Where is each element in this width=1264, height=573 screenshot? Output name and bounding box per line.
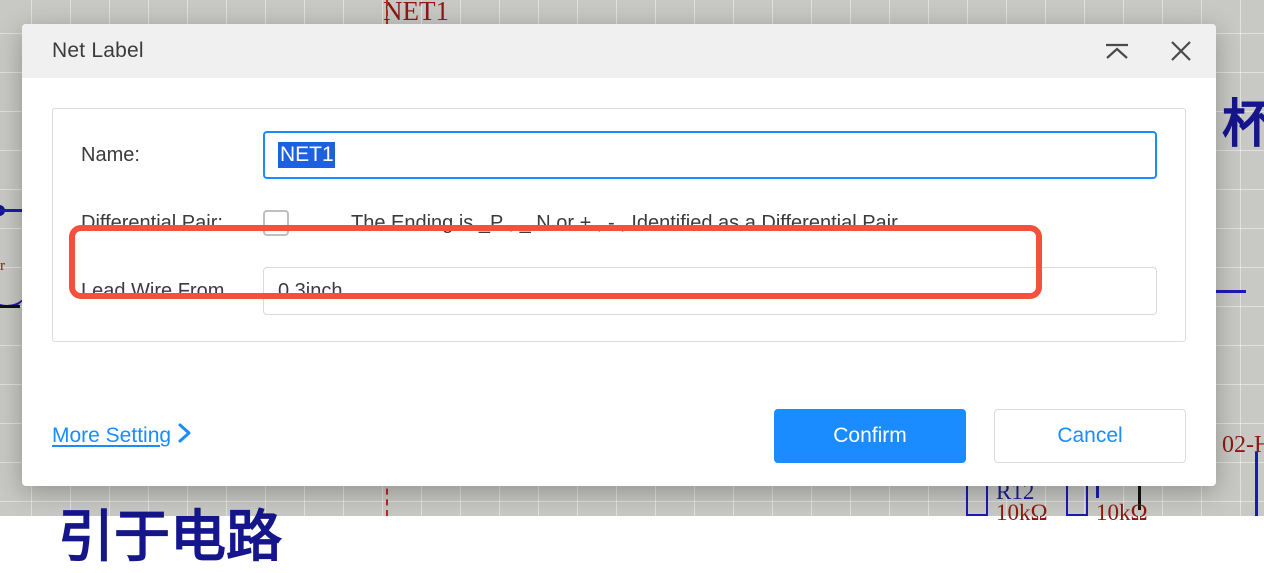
dialog-header-actions [1100, 24, 1198, 78]
schematic-black-seg-left [0, 305, 20, 308]
lead-wire-from-input[interactable]: 0.3inch [263, 267, 1157, 315]
name-input-value: NET1 [278, 141, 335, 169]
more-setting-label: More Setting [52, 424, 172, 447]
dialog-footer: More Setting Confirm Cancel [22, 386, 1216, 486]
differential-pair-hint: The Ending is _P , _ N or + , - , Identi… [351, 211, 898, 234]
net-label-dialog: Net Label Name: NET1 Differential Pair: … [22, 24, 1216, 486]
schematic-wire-right-2 [1255, 452, 1258, 516]
schematic-dashed-wire-top [386, 0, 388, 26]
name-label: Name: [81, 143, 140, 166]
schematic-net-label-top: NET1 [383, 0, 449, 26]
close-icon[interactable] [1164, 34, 1198, 68]
dialog-header: Net Label [22, 24, 1216, 78]
name-input[interactable]: NET1 [263, 131, 1157, 179]
schematic-resistor-r11 [966, 484, 988, 516]
lead-wire-from-label: Lead Wire From [81, 279, 225, 302]
confirm-button[interactable]: Confirm [774, 409, 966, 463]
schematic-value-r13: 10kΩ [1096, 500, 1148, 525]
schematic-resistor-r13 [1066, 484, 1088, 516]
form-row-name: Name: NET1 [81, 131, 1157, 179]
collapse-icon[interactable] [1100, 34, 1134, 68]
dialog-body: Name: NET1 Differential Pair: The Ending… [22, 78, 1216, 342]
form-row-lead-wire-from: Lead Wire From 0.3inch [81, 267, 1157, 315]
cancel-button[interactable]: Cancel [994, 409, 1186, 463]
schematic-value-r12: 10kΩ [996, 500, 1048, 525]
schematic-text-left-small: r [0, 258, 5, 274]
more-setting-link[interactable]: More Setting [52, 421, 193, 451]
schematic-cjk-right: 杯 [1222, 95, 1264, 155]
differential-pair-label: Differential Pair: [81, 211, 223, 234]
form-row-differential-pair: Differential Pair: The Ending is _P , _ … [81, 199, 1157, 247]
differential-pair-checkbox[interactable] [263, 210, 289, 236]
schematic-cjk-bottom: 引于电路 [58, 505, 282, 570]
dialog-title: Net Label [52, 39, 144, 62]
schematic-wire-right-1 [1216, 290, 1246, 293]
form-panel: Name: NET1 Differential Pair: The Ending… [52, 108, 1186, 342]
chevron-right-icon [177, 421, 193, 451]
